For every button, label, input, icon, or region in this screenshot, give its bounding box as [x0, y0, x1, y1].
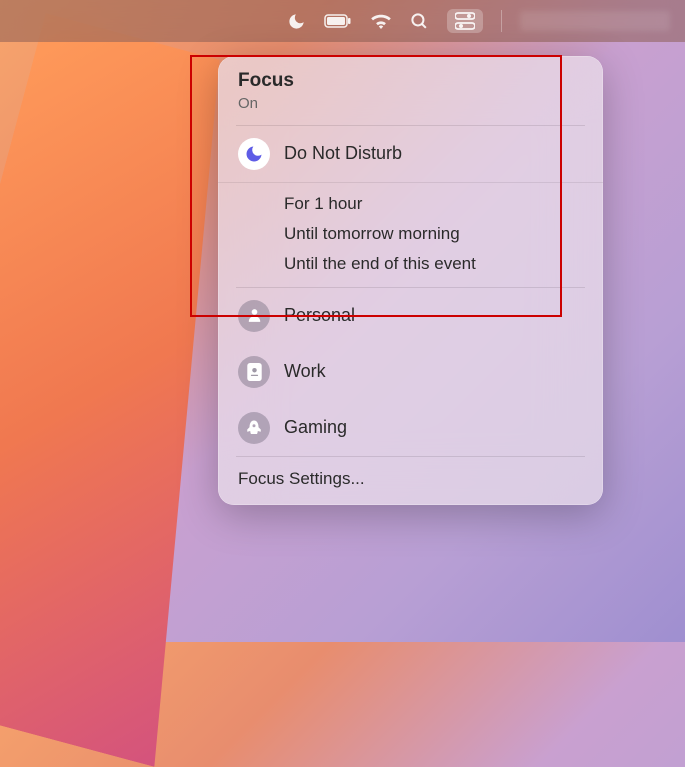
- gaming-mode-item[interactable]: Gaming: [218, 400, 603, 456]
- gaming-label: Gaming: [284, 417, 347, 438]
- menubar-datetime-blurred: [520, 11, 670, 31]
- control-center-icon[interactable]: [447, 9, 483, 33]
- work-mode-item[interactable]: Work: [218, 344, 603, 400]
- dnd-mode-item[interactable]: Do Not Disturb: [218, 126, 603, 182]
- work-label: Work: [284, 361, 326, 382]
- personal-label: Personal: [284, 305, 355, 326]
- personal-mode-item[interactable]: Personal: [218, 288, 603, 344]
- search-icon[interactable]: [410, 12, 429, 31]
- duration-option-tomorrow[interactable]: Until tomorrow morning: [218, 219, 603, 249]
- focus-settings-link[interactable]: Focus Settings...: [218, 457, 603, 495]
- badge-icon: [238, 356, 270, 388]
- panel-title: Focus: [238, 70, 583, 93]
- duration-option-1hour[interactable]: For 1 hour: [218, 189, 603, 219]
- moon-icon: [238, 138, 270, 170]
- menubar-separator: [501, 10, 502, 32]
- panel-header: Focus On: [218, 70, 603, 125]
- focus-control-panel: Focus On Do Not Disturb For 1 hour Until…: [218, 56, 603, 505]
- rocket-icon: [238, 412, 270, 444]
- wifi-icon[interactable]: [370, 13, 392, 29]
- duration-option-event-end[interactable]: Until the end of this event: [218, 249, 603, 279]
- dnd-label: Do Not Disturb: [284, 143, 402, 164]
- battery-icon[interactable]: [324, 14, 352, 28]
- panel-status: On: [238, 95, 583, 113]
- duration-options: For 1 hour Until tomorrow morning Until …: [218, 183, 603, 287]
- focus-moon-icon[interactable]: [287, 12, 306, 31]
- person-icon: [238, 300, 270, 332]
- menubar: [0, 0, 685, 42]
